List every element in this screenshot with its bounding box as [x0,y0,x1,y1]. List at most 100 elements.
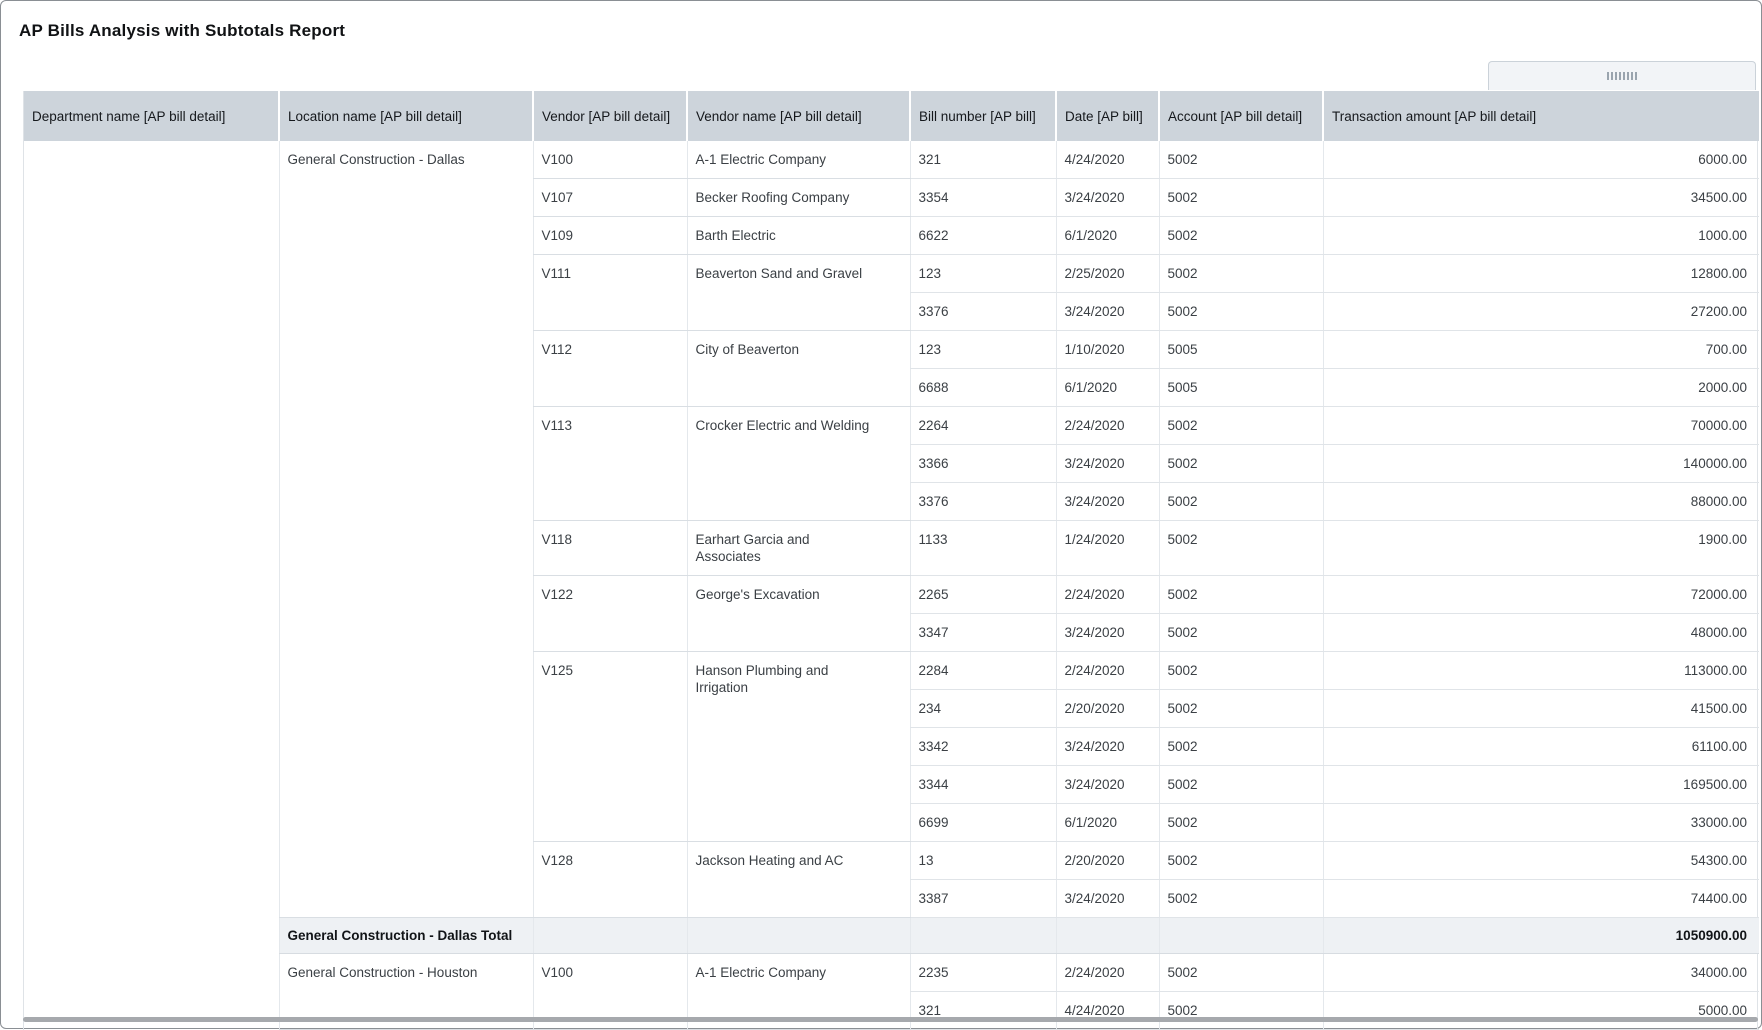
bill-date-cell: 2/25/2020 [1056,255,1159,293]
bill-date-cell: 3/24/2020 [1056,728,1159,766]
bill-number-cell: 3376 [910,293,1056,331]
vendor-code-cell: V111 [533,255,687,331]
account-cell: 5002 [1159,293,1323,331]
account-cell: 5002 [1159,614,1323,652]
bill-date-cell: 3/24/2020 [1056,445,1159,483]
amount-cell: 48000.00 [1323,614,1759,652]
subtotal-empty-cell [910,918,1056,954]
amount-cell: 74400.00 [1323,880,1759,918]
header-transaction-amount[interactable]: Transaction amount [AP bill detail] [1323,91,1759,141]
bill-date-cell: 3/24/2020 [1056,880,1159,918]
amount-cell: 6000.00 [1323,141,1759,179]
table-row: General Construction - DallasV100A-1 Ele… [24,141,1759,179]
amount-cell: 2000.00 [1323,369,1759,407]
account-cell: 5002 [1159,483,1323,521]
amount-cell: 54300.00 [1323,842,1759,880]
vendor-name-cell: Jackson Heating and AC [687,842,910,918]
header-bill-number[interactable]: Bill number [AP bill] [910,91,1056,141]
subtotal-empty-cell [1056,918,1159,954]
column-drag-handle[interactable] [1488,61,1756,90]
amount-cell: 88000.00 [1323,483,1759,521]
header-account[interactable]: Account [AP bill detail] [1159,91,1323,141]
bill-number-cell: 6688 [910,369,1056,407]
vendor-name-cell: A-1 Electric Company [687,141,910,179]
amount-cell: 1900.00 [1323,521,1759,576]
amount-cell: 5000.00 [1323,992,1759,1030]
bill-date-cell: 6/1/2020 [1056,369,1159,407]
account-cell: 5002 [1159,521,1323,576]
account-cell: 5002 [1159,992,1323,1030]
bill-number-cell: 234 [910,690,1056,728]
account-cell: 5002 [1159,728,1323,766]
bill-date-cell: 4/24/2020 [1056,141,1159,179]
bill-date-cell: 2/20/2020 [1056,842,1159,880]
vendor-code-cell: V118 [533,521,687,576]
account-cell: 5002 [1159,576,1323,614]
account-cell: 5002 [1159,804,1323,842]
vendor-name-cell: City of Beaverton [687,331,910,407]
amount-cell: 34000.00 [1323,954,1759,992]
bill-date-cell: 3/24/2020 [1056,766,1159,804]
header-vendor-name[interactable]: Vendor name [AP bill detail] [687,91,910,141]
amount-cell: 72000.00 [1323,576,1759,614]
account-cell: 5002 [1159,880,1323,918]
bill-date-cell: 2/24/2020 [1056,652,1159,690]
amount-cell: 12800.00 [1323,255,1759,293]
account-cell: 5002 [1159,766,1323,804]
header-location-name[interactable]: Location name [AP bill detail] [279,91,533,141]
account-cell: 5002 [1159,179,1323,217]
amount-cell: 140000.00 [1323,445,1759,483]
bill-number-cell: 321 [910,141,1056,179]
amount-cell: 27200.00 [1323,293,1759,331]
amount-cell: 700.00 [1323,331,1759,369]
subtotal-amount-cell: 1050900.00 [1323,918,1759,954]
bill-date-cell: 2/20/2020 [1056,690,1159,728]
bill-date-cell: 6/1/2020 [1056,804,1159,842]
vendor-code-cell: V122 [533,576,687,652]
amount-cell: 169500.00 [1323,766,1759,804]
vendor-name-cell: Earhart Garcia and Associates [687,521,910,576]
amount-cell: 113000.00 [1323,652,1759,690]
bill-number-cell: 6622 [910,217,1056,255]
bill-date-cell: 3/24/2020 [1056,293,1159,331]
vendor-code-cell: V125 [533,652,687,842]
header-date[interactable]: Date [AP bill] [1056,91,1159,141]
vendor-name-cell: Barth Electric [687,217,910,255]
subtotal-label-cell: General Construction - Dallas Total [279,918,533,954]
amount-cell: 70000.00 [1323,407,1759,445]
bill-date-cell: 1/24/2020 [1056,521,1159,576]
account-cell: 5002 [1159,141,1323,179]
account-cell: 5005 [1159,369,1323,407]
bill-date-cell: 3/24/2020 [1056,614,1159,652]
bill-date-cell: 4/24/2020 [1056,992,1159,1030]
vendor-code-cell: V112 [533,331,687,407]
bill-date-cell: 3/24/2020 [1056,483,1159,521]
header-department-name[interactable]: Department name [AP bill detail] [24,91,279,141]
horizontal-scrollbar[interactable] [23,1017,1758,1022]
bill-date-cell: 2/24/2020 [1056,576,1159,614]
bill-number-cell: 3376 [910,483,1056,521]
amount-cell: 61100.00 [1323,728,1759,766]
bill-number-cell: 2284 [910,652,1056,690]
account-cell: 5002 [1159,652,1323,690]
vendor-code-cell: V113 [533,407,687,521]
bill-date-cell: 6/1/2020 [1056,217,1159,255]
bill-number-cell: 2235 [910,954,1056,992]
vendor-name-cell: Crocker Electric and Welding [687,407,910,521]
amount-cell: 34500.00 [1323,179,1759,217]
account-cell: 5002 [1159,217,1323,255]
account-cell: 5005 [1159,331,1323,369]
report-table: Department name [AP bill detail] Locatio… [23,91,1758,1030]
department-cell [24,141,279,1030]
vendor-code-cell: V128 [533,842,687,918]
bill-date-cell: 2/24/2020 [1056,407,1159,445]
bill-number-cell: 6699 [910,804,1056,842]
vendor-code-cell: V100 [533,141,687,179]
account-cell: 5002 [1159,445,1323,483]
vendor-name-cell: Becker Roofing Company [687,179,910,217]
subtotal-empty-cell [533,918,687,954]
bill-number-cell: 3387 [910,880,1056,918]
bill-number-cell: 3366 [910,445,1056,483]
amount-cell: 33000.00 [1323,804,1759,842]
header-vendor[interactable]: Vendor [AP bill detail] [533,91,687,141]
